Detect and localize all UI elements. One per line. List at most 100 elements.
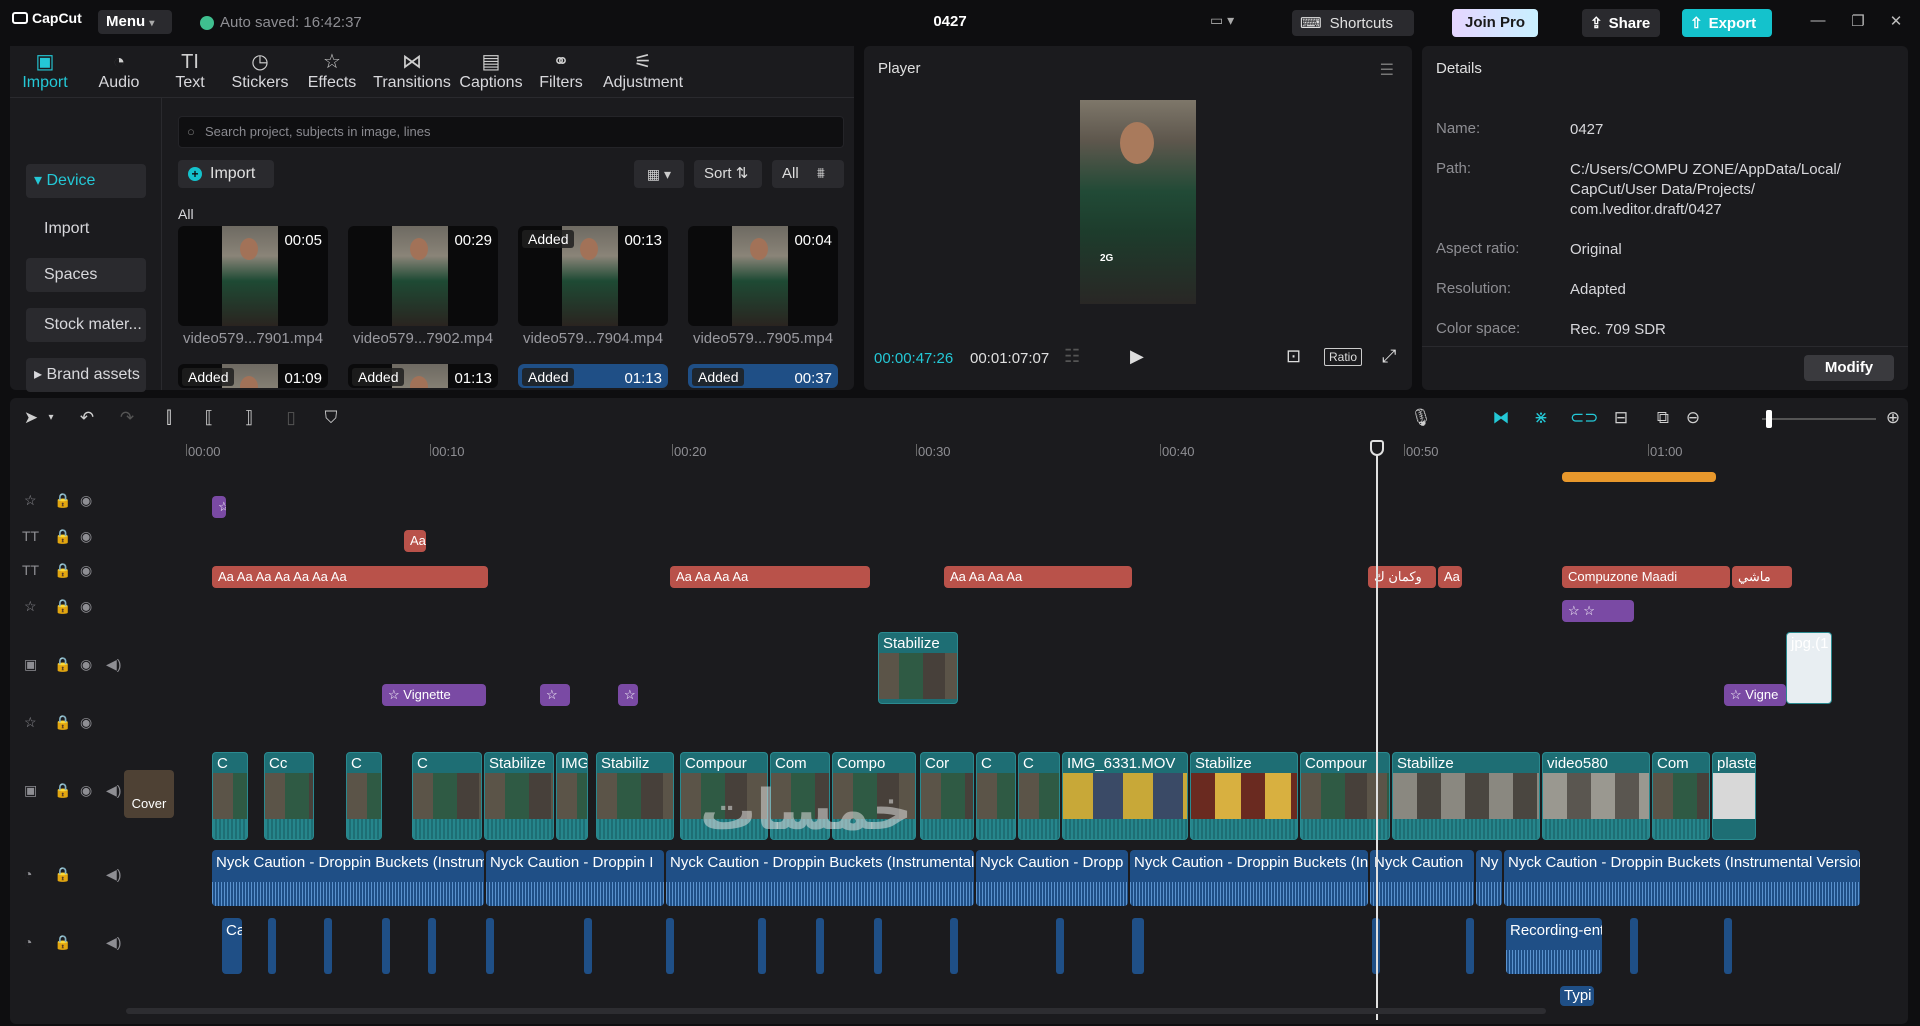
minimize-icon[interactable]: — xyxy=(1808,12,1828,29)
text-clip[interactable]: وكمان ك xyxy=(1368,566,1436,588)
video-clip[interactable]: Stabilize xyxy=(1190,752,1298,840)
media-thumb[interactable]: Added 01:13 xyxy=(518,364,668,388)
audio-clip[interactable]: Ny xyxy=(1476,850,1502,906)
overlay-image-clip[interactable]: jpg.(1 xyxy=(1786,632,1832,704)
speaker-icon[interactable]: ◀) xyxy=(106,866,121,883)
sfx-clip[interactable] xyxy=(758,918,766,974)
join-pro-button[interactable]: Join Pro xyxy=(1452,9,1538,37)
eye-icon[interactable]: ◉ xyxy=(80,714,92,731)
restore-icon[interactable]: ❐ xyxy=(1848,12,1868,30)
time-ruler[interactable]: 00:00 00:10 00:20 00:30 00:40 00:50 01:0… xyxy=(162,440,1908,464)
video-clip[interactable]: C xyxy=(212,752,248,840)
speaker-icon[interactable]: ◀) xyxy=(106,782,121,799)
sfx-clip[interactable] xyxy=(1466,918,1474,974)
sfx-clip[interactable] xyxy=(1056,918,1064,974)
fullscreen-icon[interactable]: ⤢ xyxy=(1382,346,1396,367)
tab-import[interactable]: ▣ Import xyxy=(18,50,72,92)
text-clip[interactable]: Aa Aa Aa Aa Aa Aa Aa xyxy=(212,566,488,588)
tab-stickers[interactable]: ◷ Stickers xyxy=(230,50,290,92)
effect-clip[interactable]: ☆ Vigne xyxy=(1724,684,1786,706)
shortcuts-button[interactable]: ⌨ Shortcuts xyxy=(1292,10,1414,36)
text-clip[interactable]: Compuzone Maadi xyxy=(1562,566,1730,588)
sidebar-item-brand-assets[interactable]: ▸ Brand assets xyxy=(26,358,146,392)
delete-right-icon[interactable]: ⟧ xyxy=(238,408,260,428)
video-clip[interactable]: C xyxy=(346,752,382,840)
timeline-icon[interactable]: ☷ xyxy=(1064,346,1080,367)
sfx-clip[interactable] xyxy=(428,918,436,974)
text-clip[interactable]: Aa Aa Aa Aa xyxy=(670,566,870,588)
sfx-clip[interactable] xyxy=(666,918,674,974)
sfx-clip[interactable] xyxy=(268,918,276,974)
video-clip[interactable]: video580 xyxy=(1542,752,1650,840)
speaker-icon[interactable]: ◀) xyxy=(106,656,121,673)
text-clip[interactable]: ماشي xyxy=(1732,566,1792,588)
overlay-video-clip[interactable]: Stabilize xyxy=(878,632,958,704)
sfx-clip[interactable] xyxy=(324,918,332,974)
marker-icon[interactable]: ⛉ xyxy=(320,408,342,428)
ratio-button[interactable]: Ratio xyxy=(1324,348,1363,366)
sidebar-item-device[interactable]: ▾ Device xyxy=(26,164,146,198)
tab-effects[interactable]: ☆ Effects xyxy=(306,50,358,92)
effect-clip[interactable]: ☆ xyxy=(212,496,226,518)
lock-icon[interactable]: 🔒 xyxy=(54,598,71,615)
sfx-clip[interactable] xyxy=(584,918,592,974)
link-icon[interactable]: ⊂⊃ xyxy=(1570,408,1599,428)
import-button[interactable]: + Import xyxy=(178,160,274,188)
lock-icon[interactable]: 🔒 xyxy=(54,656,71,673)
video-clip[interactable]: Stabilize xyxy=(484,752,554,840)
eye-icon[interactable]: ◉ xyxy=(80,562,92,579)
sfx-clip[interactable] xyxy=(1132,918,1144,974)
eye-icon[interactable]: ◉ xyxy=(80,528,92,545)
tab-audio[interactable]: ◔ Audio xyxy=(94,50,144,92)
video-clip[interactable]: Stabilize xyxy=(1392,752,1540,840)
playhead[interactable] xyxy=(1376,440,1378,1020)
zoom-slider[interactable] xyxy=(1762,418,1876,420)
effect-clip[interactable]: ☆ xyxy=(618,684,638,706)
tab-captions[interactable]: ▤ Captions xyxy=(458,50,524,92)
screenshot-icon[interactable]: ⊡ xyxy=(1286,346,1301,367)
sfx-clip[interactable] xyxy=(816,918,824,974)
video-clip[interactable]: C xyxy=(1018,752,1060,840)
select-tool-icon[interactable]: ➤ xyxy=(20,408,42,428)
media-thumb[interactable]: 00:04 xyxy=(688,226,838,326)
split-view-icon[interactable]: ⊟ xyxy=(1610,408,1632,428)
microphone-icon[interactable]: 🎙 xyxy=(1410,408,1432,428)
delete-left-icon[interactable]: ⟦ xyxy=(198,408,220,428)
filter-button[interactable]: All ⩩ xyxy=(772,160,844,188)
video-clip[interactable]: Com xyxy=(1652,752,1710,840)
search-input[interactable]: ○ Search project, subjects in image, line… xyxy=(178,116,844,148)
text-clip[interactable]: Aa Aa Aa Aa xyxy=(944,566,1132,588)
sfx-clip[interactable] xyxy=(874,918,882,974)
video-preview[interactable]: 2G xyxy=(1080,100,1196,304)
menu-button[interactable]: Menu ▾ xyxy=(98,10,172,34)
tab-transitions[interactable]: ⋈ Transitions xyxy=(372,50,452,92)
sfx-clip[interactable]: Ca xyxy=(222,918,242,974)
close-icon[interactable]: ✕ xyxy=(1886,12,1906,30)
tab-filters[interactable]: ⚭ Filters xyxy=(538,50,584,92)
video-clip[interactable]: C xyxy=(412,752,482,840)
video-clip[interactable]: IMG xyxy=(556,752,588,840)
zoom-slider-handle[interactable] xyxy=(1766,410,1772,428)
sort-button[interactable]: Sort ⇅ xyxy=(694,160,762,188)
tab-text[interactable]: TI Text xyxy=(170,50,210,92)
auto-snap-icon[interactable]: ⋇ xyxy=(1530,408,1552,428)
text-clip[interactable]: Aa xyxy=(404,530,426,552)
delete-icon[interactable]: ▯ xyxy=(280,408,302,428)
recording-clip[interactable]: Recording-ent xyxy=(1506,918,1602,974)
media-thumb[interactable]: Added 00:37 xyxy=(688,364,838,388)
redo-icon[interactable]: ↷ xyxy=(116,408,138,428)
effect-clip[interactable]: ☆ ☆ xyxy=(1562,600,1634,622)
video-clip[interactable]: plaste xyxy=(1712,752,1756,840)
layout-icon[interactable]: ▭ ▾ xyxy=(1210,12,1256,32)
chevron-down-icon[interactable]: ▾ xyxy=(40,412,62,423)
audio-clip[interactable]: Nyck Caution - Dropp xyxy=(976,850,1128,906)
typing-clip[interactable]: Typi xyxy=(1560,986,1594,1006)
play-icon[interactable]: ▶ xyxy=(1130,346,1144,367)
media-thumb[interactable]: Added 01:13 xyxy=(348,364,498,388)
text-clip[interactable]: Aa xyxy=(1438,566,1462,588)
media-thumb[interactable]: Added 01:09 xyxy=(178,364,328,388)
audio-clip[interactable]: Nyck Caution - Droppin Buckets (Instrume… xyxy=(1504,850,1860,906)
modify-button[interactable]: Modify xyxy=(1804,355,1894,381)
playhead-handle[interactable] xyxy=(1370,440,1384,456)
sfx-clip[interactable] xyxy=(382,918,390,974)
